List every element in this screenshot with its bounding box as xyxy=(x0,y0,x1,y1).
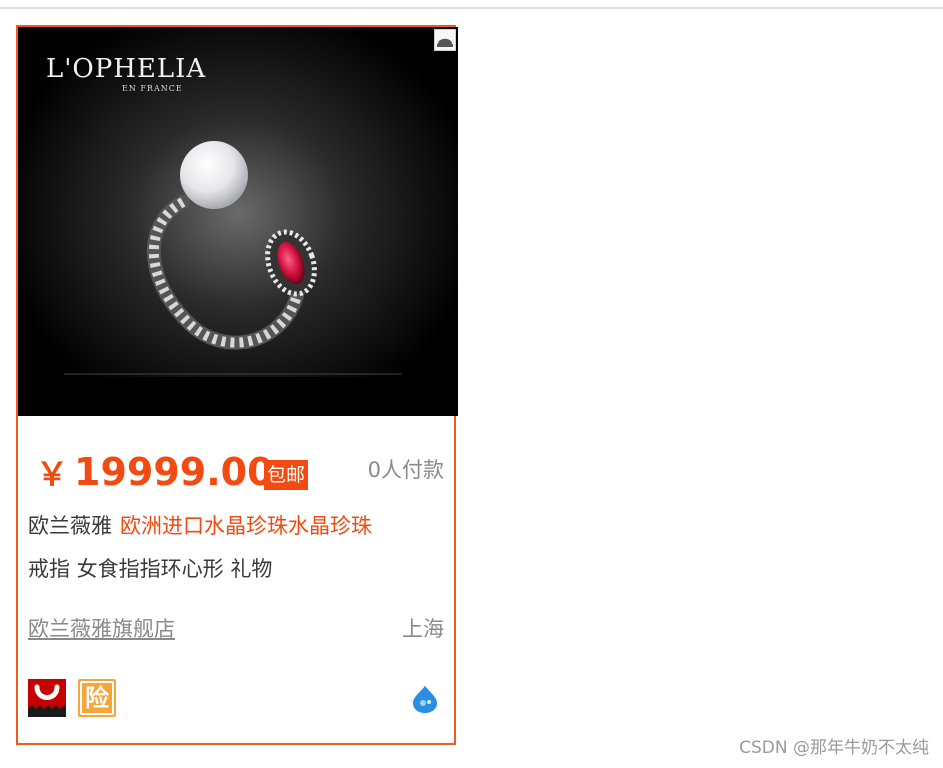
product-card[interactable]: L'OPHELIA EN FRANCE ￥ 19999.00 包邮 0人付款 欧兰… xyxy=(16,25,458,745)
shop-name-link[interactable]: 欧兰薇雅旗舰店 xyxy=(28,614,175,644)
wangwang-chat-icon[interactable] xyxy=(410,684,440,714)
price: ￥ 19999.00 xyxy=(36,450,274,496)
insurance-char: 险 xyxy=(85,684,109,712)
csdn-watermark: CSDN @那年牛奶不太纯 xyxy=(739,738,929,758)
product-image[interactable]: L'OPHELIA EN FRANCE xyxy=(18,27,458,416)
insurance-icon[interactable]: 险 xyxy=(78,679,116,717)
title-brand[interactable]: 欧兰薇雅 xyxy=(28,514,112,538)
product-title[interactable]: 欧兰薇雅 欧洲进口水晶珍珠水晶珍珠 戒指 女食指指环心形 礼物 xyxy=(28,505,448,591)
price-value: 19999.00 xyxy=(74,450,274,494)
title-highlight[interactable]: 欧洲进口水晶珍珠水晶珍珠 xyxy=(120,514,372,538)
title-rest[interactable]: 戒指 女食指指环心形 礼物 xyxy=(28,557,272,581)
location: 上海 xyxy=(402,617,444,641)
currency-symbol: ￥ xyxy=(36,455,69,493)
similar-items-icon[interactable] xyxy=(434,29,456,51)
top-divider xyxy=(0,7,943,9)
svg-text:EN FRANCE: EN FRANCE xyxy=(122,84,183,93)
svg-text:L'OPHELIA: L'OPHELIA xyxy=(46,54,206,84)
tmall-icon[interactable] xyxy=(28,679,66,717)
buyers-count: 0人付款 xyxy=(367,458,444,482)
free-shipping-badge: 包邮 xyxy=(264,460,309,490)
